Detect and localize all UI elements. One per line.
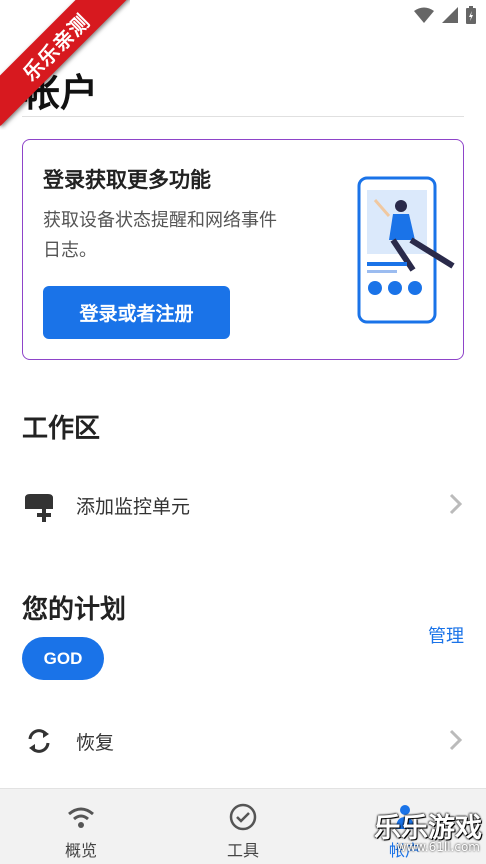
nav-overview[interactable]: 概览 [0, 789, 162, 864]
ribbon-text: 乐乐亲测 [0, 0, 130, 126]
wifi-status-icon [414, 7, 434, 23]
nav-overview-label: 概览 [64, 841, 97, 860]
router-add-icon [25, 494, 53, 522]
add-monitor-unit-row[interactable]: 添加监控单元 [0, 472, 486, 536]
check-circle-icon [229, 803, 257, 831]
plan-badge: GOD [22, 637, 104, 680]
workspace-section-title: 工作区 [22, 414, 101, 444]
battery-icon [466, 6, 476, 24]
status-icons [414, 6, 476, 24]
nav-tools-label: 工具 [226, 841, 259, 860]
restore-label: 恢复 [76, 732, 115, 754]
watermark-url: www.61ll.com [396, 840, 480, 854]
login-card-description: 获取设备状态提醒和网络事件日志。 [43, 210, 277, 261]
login-card-title: 登录获取更多功能 [43, 168, 211, 192]
site-watermark: 乐乐游戏 www.61ll.com [370, 806, 482, 858]
phone-illustration [357, 176, 455, 324]
add-monitor-unit-label: 添加监控单元 [76, 496, 191, 518]
chevron-right-icon [449, 493, 463, 515]
sync-icon [28, 729, 50, 753]
corner-ribbon: 乐乐亲测 [0, 0, 130, 130]
signal-icon [442, 7, 458, 23]
login-card: 登录获取更多功能 获取设备状态提醒和网络事件日志。 登录或者注册 [22, 139, 464, 360]
plan-section-title: 您的计划 [22, 595, 127, 625]
nav-tools[interactable]: 工具 [162, 789, 324, 864]
login-or-register-button[interactable]: 登录或者注册 [43, 286, 230, 339]
restore-row[interactable]: 恢复 [0, 708, 486, 772]
wifi-icon [68, 807, 94, 828]
chevron-right-icon [449, 729, 463, 751]
manage-plan-link[interactable]: 管理 [428, 622, 464, 648]
